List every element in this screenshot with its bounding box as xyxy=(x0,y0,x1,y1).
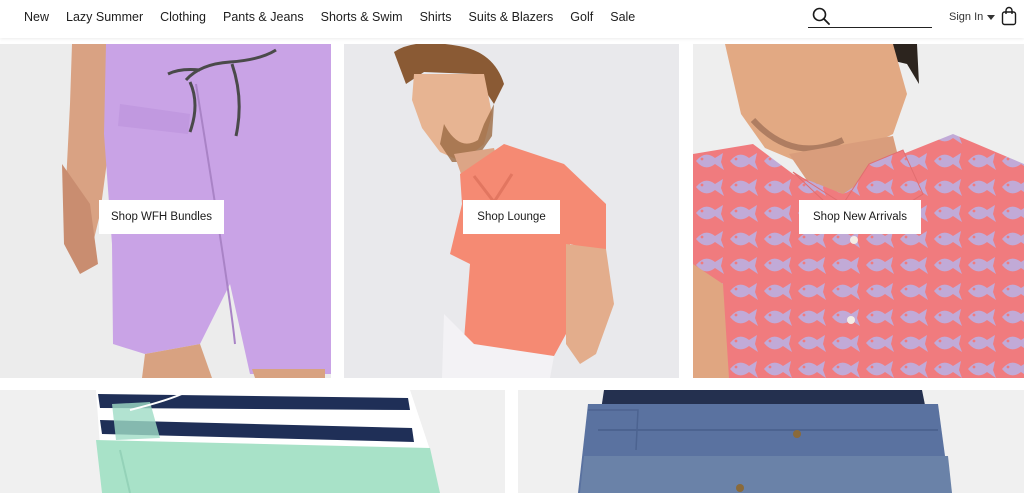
shop-wfh-bundles-button[interactable]: Shop WFH Bundles xyxy=(99,200,224,234)
promo-tile-lounge[interactable]: Shop Lounge xyxy=(344,44,679,378)
search-input[interactable] xyxy=(836,8,928,26)
shop-lounge-button[interactable]: Shop Lounge xyxy=(463,200,560,234)
nav-item-lazy-summer[interactable]: Lazy Summer xyxy=(66,10,143,24)
nav-item-clothing[interactable]: Clothing xyxy=(160,10,206,24)
nav-menu: New Lazy Summer Clothing Pants & Jeans S… xyxy=(24,10,652,24)
shop-new-arrivals-button[interactable]: Shop New Arrivals xyxy=(799,200,921,234)
sign-in-label: Sign In xyxy=(949,11,984,23)
nav-item-new[interactable]: New xyxy=(24,10,49,24)
promo-tile-wfh-bundles[interactable]: Shop WFH Bundles xyxy=(0,44,331,378)
swim-trunks-photo xyxy=(0,390,505,493)
promo-tile-swim[interactable] xyxy=(0,390,505,493)
shopping-bag-icon[interactable] xyxy=(1001,6,1017,26)
chino-shorts-photo xyxy=(518,390,1024,493)
search-box xyxy=(808,6,932,28)
promo-tile-shorts[interactable] xyxy=(518,390,1024,493)
nav-item-golf[interactable]: Golf xyxy=(570,10,593,24)
sign-in-menu[interactable]: Sign In xyxy=(949,11,996,23)
top-navigation: New Lazy Summer Clothing Pants & Jeans S… xyxy=(0,0,1024,38)
chevron-down-icon xyxy=(987,14,996,20)
promo-tile-new-arrivals[interactable]: Shop New Arrivals xyxy=(693,44,1024,378)
nav-item-shorts-swim[interactable]: Shorts & Swim xyxy=(321,10,403,24)
nav-item-pants-jeans[interactable]: Pants & Jeans xyxy=(223,10,304,24)
search-icon[interactable] xyxy=(812,7,830,25)
nav-item-shirts[interactable]: Shirts xyxy=(420,10,452,24)
nav-item-suits-blazers[interactable]: Suits & Blazers xyxy=(469,10,554,24)
nav-item-sale[interactable]: Sale xyxy=(610,10,635,24)
